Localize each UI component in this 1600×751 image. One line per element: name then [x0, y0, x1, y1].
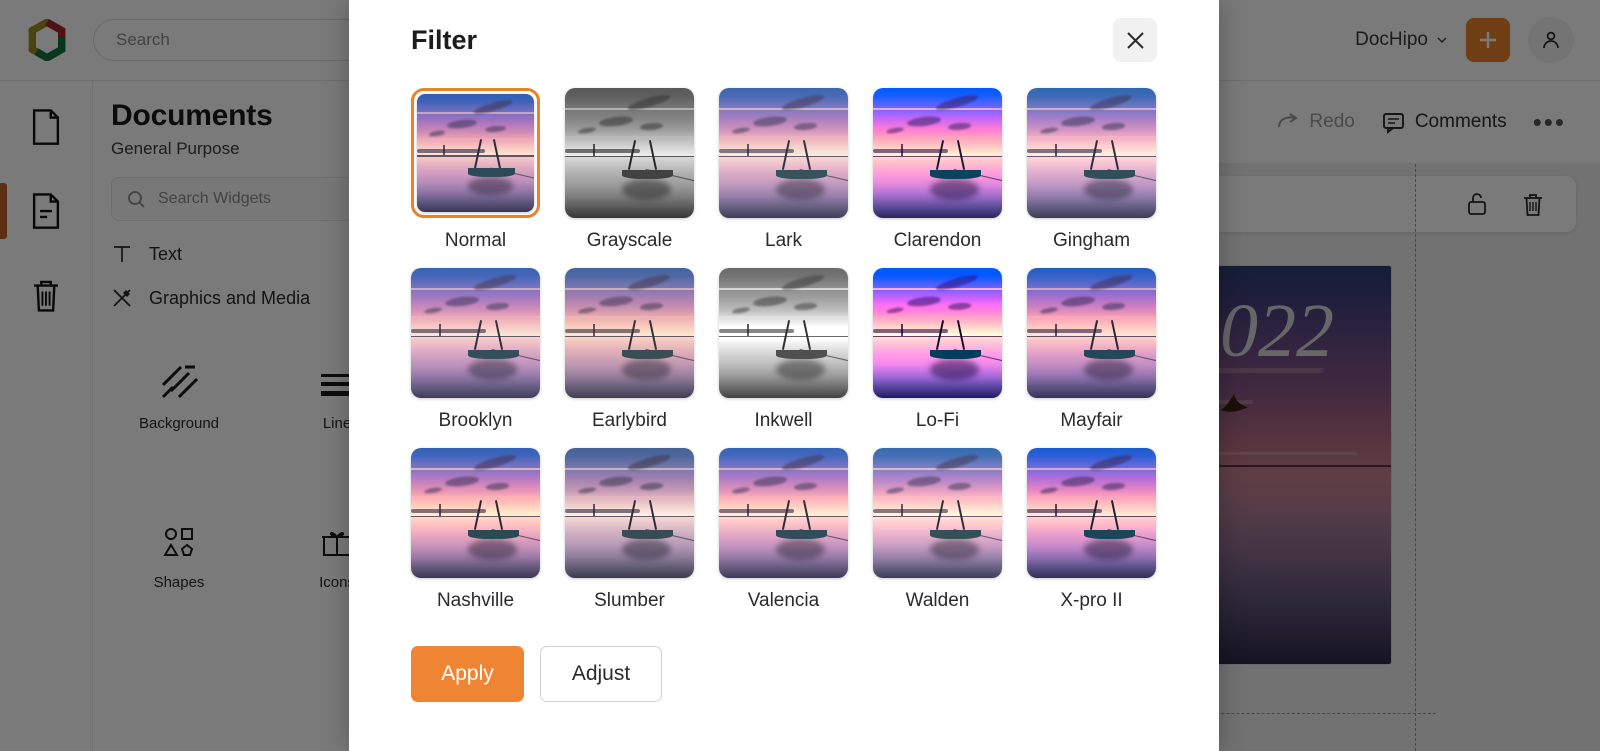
filter-thumbnail-image — [411, 268, 540, 398]
filter-option-normal[interactable]: Normal — [411, 88, 540, 252]
filter-thumbnail-frame[interactable] — [411, 448, 540, 578]
filter-option-inkwell[interactable]: Inkwell — [719, 268, 848, 432]
filter-grid: Normal Grayscale Lark Clarendon Gingham … — [411, 88, 1157, 628]
filter-option-earlybird[interactable]: Earlybird — [565, 268, 694, 432]
filter-thumbnail-image — [565, 448, 694, 578]
filter-option-valencia[interactable]: Valencia — [719, 448, 848, 612]
filter-label: Lark — [765, 230, 802, 251]
filter-thumbnail-frame[interactable] — [411, 268, 540, 398]
modal-actions: Apply Adjust — [411, 646, 1157, 702]
filter-label: Valencia — [747, 590, 820, 611]
filter-option-slumber[interactable]: Slumber — [565, 448, 694, 612]
filter-thumbnail-frame[interactable] — [873, 88, 1002, 218]
modal-title: Filter — [411, 24, 478, 55]
filter-thumbnail-frame[interactable] — [411, 88, 540, 218]
filter-option-walden[interactable]: Walden — [873, 448, 1002, 612]
filter-option-mayfair[interactable]: Mayfair — [1027, 268, 1156, 432]
filter-option-lark[interactable]: Lark — [719, 88, 848, 252]
filter-thumbnail-image — [1027, 88, 1156, 218]
filter-label: Lo-Fi — [915, 410, 960, 431]
filter-thumbnail-frame[interactable] — [565, 448, 694, 578]
filter-option-x-pro-ii[interactable]: X-pro II — [1027, 448, 1156, 612]
filter-thumbnail-frame[interactable] — [565, 88, 694, 218]
adjust-button[interactable]: Adjust — [540, 646, 662, 702]
filter-label: Grayscale — [586, 230, 673, 251]
filter-option-lo-fi[interactable]: Lo-Fi — [873, 268, 1002, 432]
filter-label: Clarendon — [893, 230, 982, 251]
filter-thumbnail-image — [719, 448, 848, 578]
filter-thumbnail-frame[interactable] — [1027, 268, 1156, 398]
filter-thumbnail-image — [719, 88, 848, 218]
filter-label: Walden — [905, 590, 970, 611]
filter-thumbnail-image — [1027, 268, 1156, 398]
filter-thumbnail-image — [565, 268, 694, 398]
filter-modal: Filter Normal Grayscale Lark Clarendon G… — [349, 0, 1219, 751]
filter-option-clarendon[interactable]: Clarendon — [873, 88, 1002, 252]
filter-thumbnail-frame[interactable] — [719, 88, 848, 218]
filter-thumbnail-image — [873, 88, 1002, 218]
apply-button[interactable]: Apply — [411, 646, 524, 702]
filter-thumbnail-frame[interactable] — [873, 268, 1002, 398]
filter-option-brooklyn[interactable]: Brooklyn — [411, 268, 540, 432]
filter-thumbnail-image — [873, 448, 1002, 578]
filter-label: Gingham — [1052, 230, 1131, 251]
filter-label: Slumber — [594, 590, 665, 611]
close-button[interactable] — [1113, 18, 1157, 62]
filter-label: Normal — [444, 230, 507, 251]
filter-thumbnail-image — [719, 268, 848, 398]
filter-label: Brooklyn — [438, 410, 513, 431]
filter-thumbnail-image — [873, 268, 1002, 398]
filter-label: Mayfair — [1060, 410, 1123, 431]
filter-option-nashville[interactable]: Nashville — [411, 448, 540, 612]
filter-thumbnail-image — [411, 448, 540, 578]
filter-thumbnail-image — [1027, 448, 1156, 578]
filter-thumbnail-frame[interactable] — [1027, 88, 1156, 218]
filter-thumbnail-frame[interactable] — [873, 448, 1002, 578]
filter-option-grayscale[interactable]: Grayscale — [565, 88, 694, 252]
close-icon — [1126, 31, 1144, 49]
filter-label: Nashville — [436, 590, 515, 611]
filter-thumbnail-frame[interactable] — [719, 448, 848, 578]
filter-thumbnail-image — [565, 88, 694, 218]
filter-thumbnail-frame[interactable] — [1027, 448, 1156, 578]
filter-option-gingham[interactable]: Gingham — [1027, 88, 1156, 252]
filter-label: X-pro II — [1060, 590, 1123, 611]
filter-label: Inkwell — [754, 410, 813, 431]
modal-header: Filter — [411, 0, 1157, 62]
filter-label: Earlybird — [592, 410, 667, 431]
filter-thumbnail-image — [417, 94, 534, 212]
filter-thumbnail-frame[interactable] — [565, 268, 694, 398]
filter-thumbnail-frame[interactable] — [719, 268, 848, 398]
